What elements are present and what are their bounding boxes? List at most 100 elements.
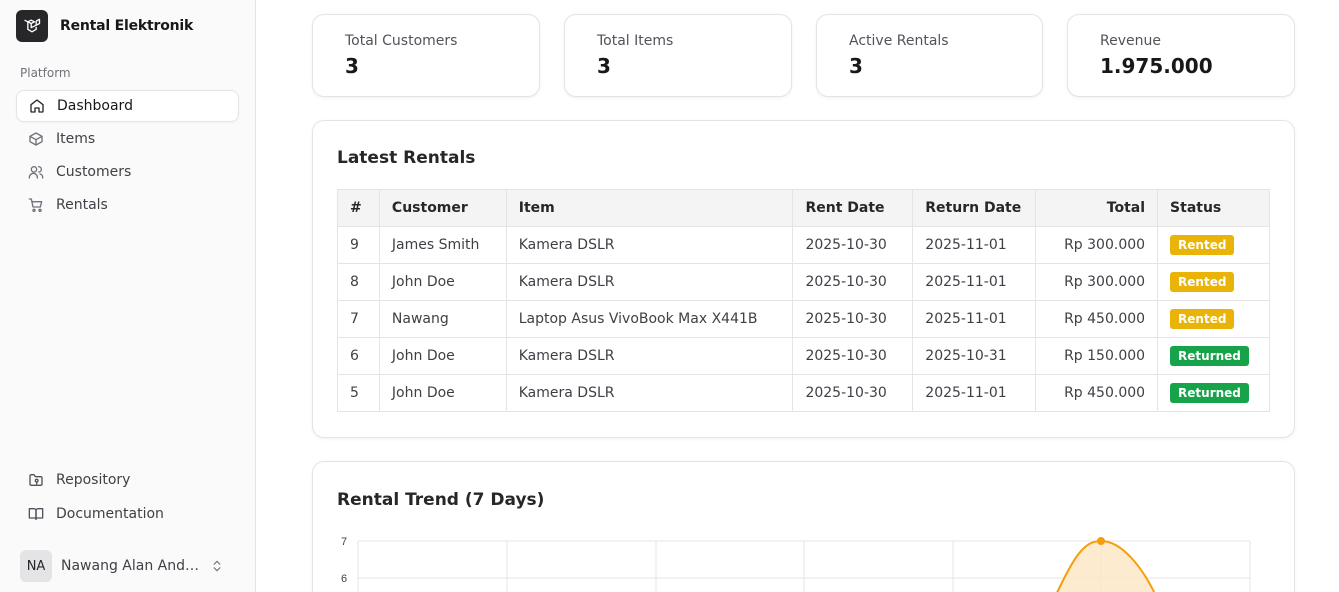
cell-item: Kamera DSLR (505, 226, 794, 264)
sidebar-item-label: Repository (56, 472, 131, 488)
cell-id: 6 (337, 337, 380, 375)
user-name: Nawang Alan Andri... (61, 558, 201, 574)
trend-area (1057, 541, 1154, 592)
cell-rent-date: 2025-10-30 (792, 374, 914, 412)
column-header: Rent Date (792, 189, 914, 227)
stat-card-active-rentals: Active Rentals 3 (816, 14, 1043, 97)
table-row: 6 John Doe Kamera DSLR 2025-10-30 2025-1… (337, 337, 1270, 375)
cell-total: Rp 300.000 (1035, 226, 1159, 264)
column-header: # (337, 189, 380, 227)
stat-label: Total Items (597, 33, 674, 49)
status-badge: Rented (1170, 235, 1235, 255)
table-row: 5 John Doe Kamera DSLR 2025-10-30 2025-1… (337, 374, 1270, 412)
cell-rent-date: 2025-10-30 (792, 226, 914, 264)
column-header: Total (1035, 189, 1159, 227)
box-icon (29, 132, 43, 146)
cell-id: 8 (337, 263, 380, 301)
table-row: 9 James Smith Kamera DSLR 2025-10-30 202… (337, 226, 1270, 264)
column-header: Item (505, 189, 794, 227)
user-menu[interactable]: NA Nawang Alan Andri... (20, 550, 230, 582)
sidebar-item-label: Customers (56, 164, 132, 180)
cell-total: Rp 450.000 (1035, 374, 1159, 412)
cell-total: Rp 300.000 (1035, 263, 1159, 301)
sidebar-item-customers[interactable]: Customers (16, 156, 239, 188)
cell-total: Rp 450.000 (1035, 300, 1159, 338)
cell-customer: Nawang (378, 300, 507, 338)
table-row: 7 Nawang Laptop Asus VivoBook Max X441B … (337, 300, 1270, 338)
cell-item: Kamera DSLR (505, 374, 794, 412)
cell-id: 9 (337, 226, 380, 264)
avatar: NA (20, 550, 52, 582)
main-nav: Dashboard Items Customers Rentals (16, 90, 239, 222)
cell-return-date: 2025-11-01 (912, 374, 1037, 412)
column-header: Status (1157, 189, 1270, 227)
rental-trend-chart: 7 6 (341, 536, 1251, 592)
cell-status: Rented (1157, 263, 1270, 301)
y-tick-label: 7 (341, 536, 347, 548)
column-header: Return Date (912, 189, 1037, 227)
sidebar-item-label: Dashboard (57, 98, 133, 114)
folder-git-icon (29, 474, 43, 486)
cell-customer: John Doe (378, 263, 507, 301)
cell-return-date: 2025-11-01 (912, 226, 1037, 264)
sidebar-item-repository[interactable]: Repository (16, 464, 239, 496)
chevrons-up-down-icon (213, 560, 221, 572)
cell-rent-date: 2025-10-30 (792, 300, 914, 338)
column-header: Customer (378, 189, 507, 227)
cell-return-date: 2025-11-01 (912, 300, 1037, 338)
sidebar-item-items[interactable]: Items (16, 123, 239, 155)
stat-value: 3 (849, 54, 863, 78)
status-badge: Returned (1170, 383, 1249, 403)
stat-card-total-customers: Total Customers 3 (312, 14, 540, 97)
sidebar-item-documentation[interactable]: Documentation (16, 498, 239, 530)
app-name: Rental Elektronik (60, 18, 194, 34)
cell-rent-date: 2025-10-30 (792, 263, 914, 301)
cell-total: Rp 150.000 (1035, 337, 1159, 375)
section-title: Latest Rentals (337, 148, 476, 168)
sidebar-item-rentals[interactable]: Rentals (16, 189, 239, 221)
table-row: 8 John Doe Kamera DSLR 2025-10-30 2025-1… (337, 263, 1270, 301)
stat-value: 1.975.000 (1100, 54, 1213, 78)
stat-card-revenue: Revenue 1.975.000 (1067, 14, 1295, 97)
cell-customer: John Doe (378, 337, 507, 375)
sidebar-item-dashboard[interactable]: Dashboard (16, 90, 239, 122)
table-header-row: # Customer Item Rent Date Return Date To… (337, 189, 1270, 227)
stat-label: Revenue (1100, 33, 1161, 49)
book-open-icon (28, 508, 44, 520)
rental-trend-card: Rental Trend (7 Days) 7 6 (312, 461, 1295, 592)
secondary-nav: Repository Documentation (16, 464, 239, 532)
cell-item: Kamera DSLR (505, 263, 794, 301)
cart-icon (28, 198, 43, 212)
cell-id: 7 (337, 300, 380, 338)
cell-status: Returned (1157, 374, 1270, 412)
cell-return-date: 2025-10-31 (912, 337, 1037, 375)
cell-rent-date: 2025-10-30 (792, 337, 914, 375)
y-tick-label: 6 (341, 573, 347, 585)
cell-id: 5 (337, 374, 380, 412)
cell-item: Laptop Asus VivoBook Max X441B (505, 300, 794, 338)
stat-value: 3 (345, 54, 359, 78)
status-badge: Returned (1170, 346, 1249, 366)
cell-status: Rented (1157, 226, 1270, 264)
stat-card-total-items: Total Items 3 (564, 14, 792, 97)
cell-customer: John Doe (378, 374, 507, 412)
latest-rentals-card: Latest Rentals # Customer Item Rent Date… (312, 120, 1295, 438)
sidebar-item-label: Items (56, 131, 96, 147)
stat-label: Total Customers (345, 33, 458, 49)
home-icon (30, 99, 44, 113)
sidebar-item-label: Rentals (56, 197, 108, 213)
cell-item: Kamera DSLR (505, 337, 794, 375)
rentals-table: # Customer Item Rent Date Return Date To… (337, 189, 1270, 412)
nav-group-label: Platform (20, 66, 71, 80)
status-badge: Rented (1170, 272, 1235, 292)
stat-value: 3 (597, 54, 611, 78)
stat-label: Active Rentals (849, 33, 949, 49)
trend-point (1097, 537, 1105, 545)
cell-return-date: 2025-11-01 (912, 263, 1037, 301)
cell-status: Returned (1157, 337, 1270, 375)
app-logo-icon (16, 10, 48, 42)
brand[interactable]: Rental Elektronik (16, 10, 193, 42)
sidebar: Rental Elektronik Platform Dashboard Ite… (0, 0, 256, 592)
sidebar-item-label: Documentation (56, 506, 164, 522)
users-icon (28, 166, 44, 179)
